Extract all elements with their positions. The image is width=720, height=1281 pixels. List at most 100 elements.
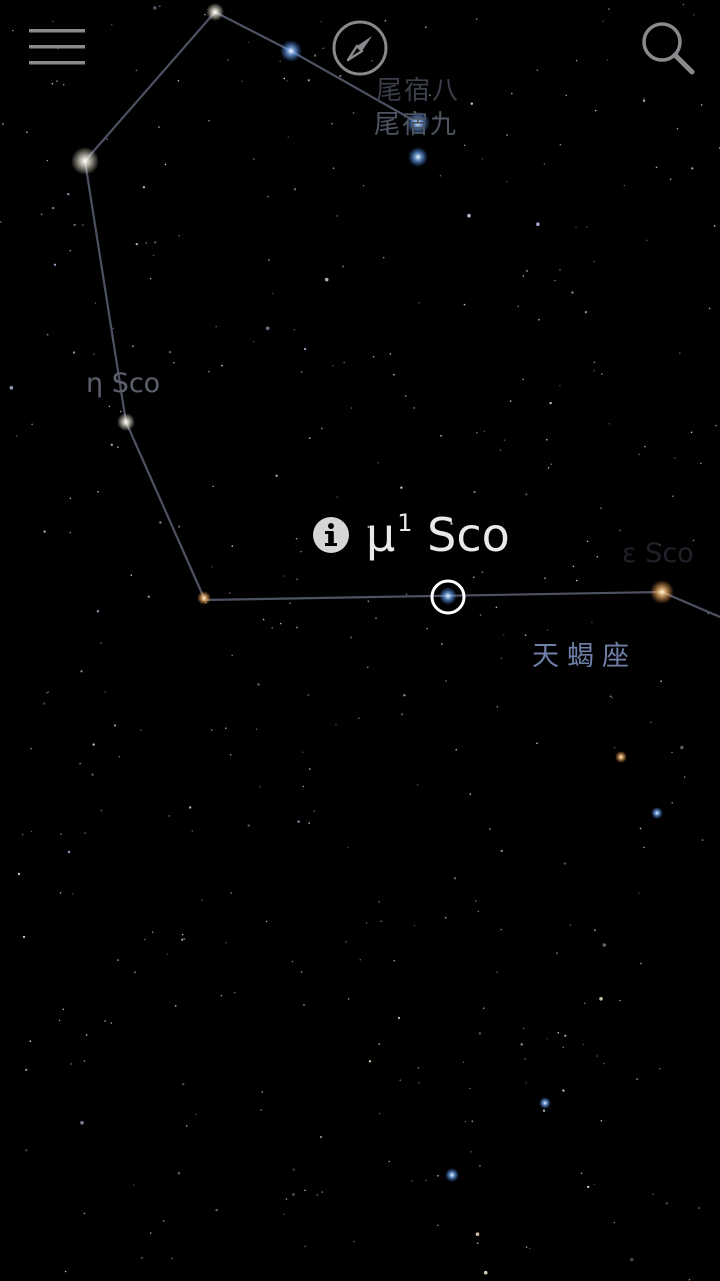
background-star: [377, 462, 379, 464]
background-star: [682, 3, 685, 6]
star: [650, 580, 674, 604]
constellation-label[interactable]: 天蝎座: [532, 634, 637, 673]
background-star: [208, 370, 210, 373]
background-star: [59, 892, 62, 894]
background-star: [297, 820, 300, 823]
background-star: [596, 1055, 599, 1057]
background-star: [556, 952, 558, 954]
star-label-weisu9[interactable]: 尾宿九: [374, 104, 458, 141]
background-star: [467, 213, 471, 218]
background-star: [358, 717, 360, 720]
star: [117, 413, 135, 431]
background-star: [642, 99, 646, 102]
background-star: [499, 449, 502, 452]
background-star: [9, 386, 14, 390]
compass-icon[interactable]: [330, 18, 390, 78]
background-star: [378, 1112, 381, 1115]
background-star: [30, 747, 32, 750]
background-star: [257, 683, 260, 686]
background-star: [56, 80, 58, 82]
background-star: [174, 1005, 177, 1007]
star-label-epsilon-sco[interactable]: ε Sco: [622, 538, 694, 569]
background-star: [594, 929, 596, 931]
background-star: [21, 833, 24, 836]
background-star: [69, 531, 71, 534]
background-star: [405, 593, 408, 596]
background-star: [231, 654, 233, 657]
background-star: [496, 971, 498, 973]
background-star: [400, 713, 404, 716]
background-star: [215, 325, 217, 328]
background-star: [253, 158, 255, 160]
background-star: [623, 184, 626, 187]
search-icon[interactable]: [636, 16, 698, 78]
background-star: [571, 291, 574, 294]
background-star: [665, 1202, 668, 1205]
background-star: [166, 953, 169, 955]
background-star: [549, 401, 552, 405]
background-star: [230, 892, 232, 894]
background-star: [275, 474, 278, 477]
background-star: [212, 485, 214, 488]
background-star: [562, 1089, 565, 1092]
background-star: [638, 892, 640, 894]
background-star: [669, 178, 672, 180]
background-star: [97, 491, 99, 493]
background-star: [183, 938, 186, 940]
background-star: [509, 400, 512, 402]
background-star: [316, 1194, 319, 1196]
background-star: [85, 1034, 88, 1036]
background-star: [152, 254, 155, 257]
background-star: [173, 361, 175, 364]
star: [439, 587, 457, 605]
background-star: [112, 327, 115, 330]
background-star: [400, 486, 403, 489]
info-icon[interactable]: [312, 516, 350, 554]
background-star: [660, 680, 662, 682]
background-star: [293, 328, 296, 331]
background-star: [204, 13, 206, 16]
background-star: [110, 443, 114, 446]
background-star: [259, 785, 261, 788]
background-star: [352, 112, 355, 114]
background-star: [308, 822, 311, 824]
background-star: [599, 507, 603, 510]
background-star: [286, 80, 288, 82]
selected-object-label[interactable]: μ1 Sco: [312, 506, 510, 564]
background-star: [104, 691, 106, 693]
background-star: [159, 521, 162, 524]
background-star: [307, 693, 310, 697]
star: [615, 751, 627, 763]
background-star: [671, 751, 673, 754]
background-star: [181, 938, 184, 941]
background-star: [46, 159, 49, 162]
background-star: [189, 806, 192, 809]
background-star: [134, 971, 136, 973]
background-star: [113, 724, 117, 727]
background-star: [602, 20, 604, 23]
background-star: [91, 773, 94, 776]
background-star: [652, 1193, 654, 1195]
background-star: [25, 1149, 28, 1152]
background-star: [211, 566, 213, 568]
background-star: [367, 600, 370, 602]
background-star: [464, 1120, 467, 1123]
background-star: [690, 431, 693, 434]
star-label-weisu8[interactable]: 尾宿八: [376, 70, 460, 107]
background-star: [445, 680, 447, 682]
background-star: [62, 83, 65, 86]
background-star: [260, 1109, 263, 1111]
background-star: [62, 1008, 64, 1011]
background-star: [368, 1060, 372, 1063]
background-star: [691, 167, 694, 170]
background-star: [225, 941, 227, 944]
star-label-eta-sco[interactable]: η Sco: [86, 368, 160, 399]
background-star: [149, 1232, 152, 1234]
background-star: [593, 260, 595, 263]
background-star: [313, 810, 316, 812]
background-star: [135, 69, 138, 72]
hamburger-menu-icon[interactable]: [26, 24, 88, 70]
background-star: [300, 371, 303, 373]
background-star: [177, 1172, 181, 1175]
background-star: [425, 26, 427, 29]
